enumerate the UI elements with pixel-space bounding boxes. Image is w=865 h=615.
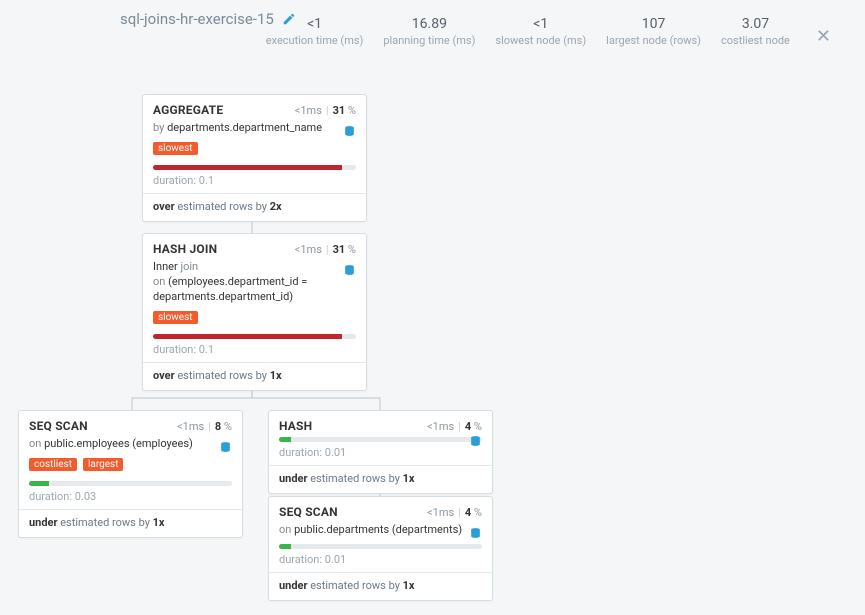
database-icon [343,125,356,141]
node-timing: <1ms|31 % [295,104,356,117]
estimate-text: over estimated rows by 2x [153,200,356,213]
node-aggregate[interactable]: AGGREGATE <1ms|31 % by departments.depar… [142,94,367,222]
node-hash-join[interactable]: HASH JOIN <1ms|31 % Inner join on (emplo… [142,233,367,391]
estimate-text: under estimated rows by 1x [279,579,482,592]
estimate-text: over estimated rows by 1x [153,369,356,382]
node-seq-scan-departments[interactable]: SEQ SCAN <1ms|4 % on public.departments … [268,496,493,601]
metrics-bar: <1 execution time (ms) 16.89 planning ti… [266,16,837,51]
node-detail: on public.departments (departments) [279,523,482,538]
metric-largest-node: 107 largest node (rows) [606,16,701,47]
duration-text: duration: 0.01 [279,446,482,459]
duration-text: duration: 0.03 [29,490,232,503]
metric-execution-time: <1 execution time (ms) [266,16,364,47]
node-detail: on public.employees (employees) [29,437,232,452]
metric-planning-time: 16.89 planning time (ms) [383,16,475,47]
progress-bar [153,334,356,339]
node-title: HASH [279,419,312,433]
close-icon[interactable]: ✕ [810,22,837,51]
node-title: AGGREGATE [153,103,223,117]
node-timing: <1ms|4 % [427,506,482,519]
database-icon [469,435,482,451]
metric-slowest-node: <1 slowest node (ms) [495,16,586,47]
node-title: HASH JOIN [153,242,217,256]
badge-largest: largest [83,458,124,471]
node-detail: Inner join on (employees.department_id =… [153,260,356,305]
duration-text: duration: 0.1 [153,174,356,187]
duration-text: duration: 0.01 [279,553,482,566]
node-timing: <1ms|31 % [295,243,356,256]
estimate-text: under estimated rows by 1x [279,472,482,485]
database-icon [219,441,232,457]
node-timing: <1ms|8 % [177,420,232,433]
node-title: SEQ SCAN [279,505,338,519]
node-hash[interactable]: HASH <1ms|4 % duration: 0.01 under estim… [268,410,493,494]
node-title: SEQ SCAN [29,419,88,433]
progress-bar [29,481,232,486]
badge-slowest: slowest [153,142,198,155]
metric-costliest-node: 3.07 costliest node [721,16,790,47]
plan-canvas: AGGREGATE <1ms|31 % by departments.depar… [0,80,865,615]
node-detail: by departments.department_name [153,121,356,136]
node-seq-scan-employees[interactable]: SEQ SCAN <1ms|8 % on public.employees (e… [18,410,243,538]
progress-bar [153,165,356,170]
duration-text: duration: 0.1 [153,343,356,356]
progress-bar [279,437,482,442]
page-title: sql-joins-hr-exercise-15 [120,10,274,28]
estimate-text: under estimated rows by 1x [29,516,232,529]
badge-costliest: costliest [29,458,77,471]
node-timing: <1ms|4 % [427,420,482,433]
badge-slowest: slowest [153,311,198,324]
database-icon [343,264,356,280]
progress-bar [279,544,482,549]
database-icon [469,527,482,543]
